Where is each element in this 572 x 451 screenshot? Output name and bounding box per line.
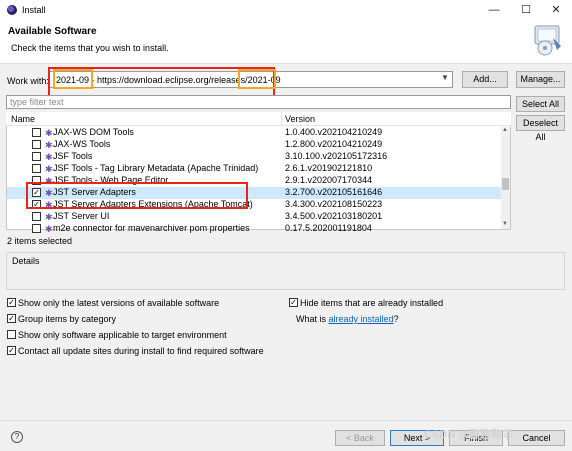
details-label: Details (12, 256, 40, 266)
select-all-button[interactable]: Select All (516, 96, 565, 112)
annotation-red-box (26, 182, 248, 209)
watermark-text: CSDN @憨憨憨羊 (424, 429, 513, 441)
row-version: 1.2.800.v202104210249 (285, 139, 383, 149)
group-by-category-label: Group items by category (18, 314, 117, 324)
what-is-prefix: What is (296, 314, 329, 324)
eclipse-icon (7, 5, 17, 15)
scroll-down-icon[interactable]: ▼ (502, 221, 508, 227)
page-title: Available Software (8, 26, 97, 37)
column-header-name[interactable]: Name (11, 114, 35, 124)
chevron-down-icon[interactable]: ▼ (441, 73, 449, 82)
hide-installed-label: Hide items that are already installed (300, 298, 444, 308)
help-icon[interactable]: ? (11, 431, 23, 443)
latest-versions-label: Show only the latest versions of availab… (18, 298, 220, 308)
row-checkbox[interactable] (32, 128, 41, 137)
row-name: JSF Tools (53, 151, 93, 161)
scroll-up-icon[interactable]: ▲ (502, 127, 508, 133)
row-name: JAX-WS Tools (53, 139, 111, 149)
target-env-label: Show only software applicable to target … (18, 330, 227, 340)
row-checkbox[interactable] (32, 224, 41, 233)
scrollbar-thumb[interactable] (502, 178, 509, 190)
row-checkbox[interactable] (32, 164, 41, 173)
table-row[interactable]: ✱ JST Server UI 3.4.500.v202103180201 (7, 211, 501, 223)
annotation-orange-box (238, 69, 276, 89)
row-name: JAX-WS DOM Tools (53, 127, 134, 137)
manage-button[interactable]: Manage... (516, 71, 565, 88)
footer-divider (0, 420, 572, 421)
column-divider[interactable] (281, 112, 282, 126)
contact-sites-label: Contact all update sites during install … (18, 346, 264, 356)
table-row[interactable]: ✱ JAX-WS Tools 1.2.800.v202104210249 (7, 139, 501, 151)
row-version: 3.4.500.v202103180201 (285, 211, 383, 221)
filter-input[interactable]: type filter text (6, 95, 511, 109)
row-checkbox[interactable] (32, 212, 41, 221)
row-version: 3.10.100.v202105172316 (285, 151, 388, 161)
close-icon[interactable]: ✕ (549, 4, 563, 16)
column-header-version[interactable]: Version (285, 114, 315, 124)
row-version: 3.2.700.v202105161646 (285, 187, 383, 197)
back-button[interactable]: < Back (335, 430, 385, 446)
window-title: Install (22, 5, 46, 15)
table-row[interactable]: ✱ JAX-WS DOM Tools 1.0.400.v202104210249 (7, 127, 501, 139)
row-checkbox[interactable] (32, 152, 41, 161)
work-with-label: Work with: (7, 76, 49, 86)
row-version: 3.4.300.v202108150223 (285, 199, 383, 209)
row-version: 1.0.400.v202104210249 (285, 127, 383, 137)
table-row[interactable]: ✱ JSF Tools - Tag Library Metadata (Apach… (7, 163, 501, 175)
install-wizard-icon (534, 25, 561, 56)
table-header (6, 112, 511, 126)
page-subtitle: Check the items that you wish to install… (11, 43, 169, 53)
row-name: m2e connector for mavenarchiver pom prop… (53, 223, 250, 233)
filter-placeholder: type filter text (10, 97, 64, 107)
target-env-checkbox[interactable] (7, 330, 16, 339)
what-is-installed: What is already installed? (296, 314, 399, 324)
details-panel (6, 252, 565, 290)
deselect-all-button[interactable]: Deselect All (516, 115, 565, 142)
row-version: 0.17.5.202001191804 (285, 223, 372, 233)
minimize-icon[interactable]: — (487, 4, 501, 16)
what-is-suffix: ? (393, 314, 399, 324)
cancel-button[interactable]: Cancel (508, 430, 565, 446)
table-row[interactable]: ✱ m2e connector for mavenarchiver pom pro… (7, 223, 501, 235)
contact-sites-checkbox[interactable]: ✓ (7, 346, 16, 355)
latest-versions-checkbox[interactable]: ✓ (7, 298, 16, 307)
row-checkbox[interactable] (32, 140, 41, 149)
maximize-icon[interactable]: ☐ (519, 4, 533, 16)
row-version: 2.9.1.v202007170344 (285, 175, 373, 185)
selection-status: 2 items selected (7, 236, 73, 246)
group-by-category-checkbox[interactable]: ✓ (7, 314, 16, 323)
already-installed-link[interactable]: already installed (329, 314, 394, 324)
add-button[interactable]: Add... (462, 71, 508, 88)
hide-installed-checkbox[interactable]: ✓ (289, 298, 298, 307)
row-name: JSF Tools - Tag Library Metadata (Apache… (53, 163, 259, 173)
row-name: JST Server UI (53, 211, 110, 221)
row-version: 2.6.1.v201902121810 (285, 163, 373, 173)
table-row[interactable]: ✱ JSF Tools 3.10.100.v202105172316 (7, 151, 501, 163)
annotation-orange-box (53, 69, 93, 89)
